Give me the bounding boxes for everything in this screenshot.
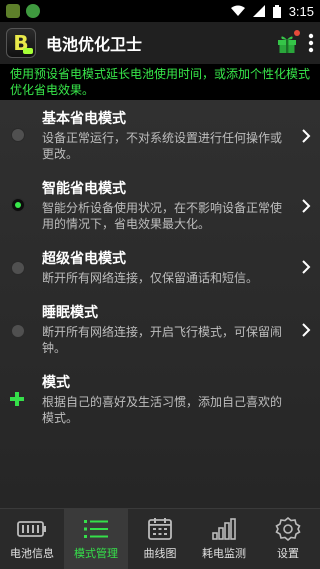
mode-item-sleep[interactable]: 睡眠模式 断开所有网络连接，开启飞行模式，可保留闹钟。 (0, 304, 320, 370)
mode-desc: 断开所有网络连接，仅保留通话和短信。 (42, 271, 259, 285)
mode-title: 模式 (42, 375, 70, 391)
app-logo-battery-mark (23, 48, 33, 54)
mode-title: 基本省电模式 (42, 111, 126, 127)
chevron-right-icon (302, 323, 311, 337)
chevron-right-icon (302, 199, 311, 213)
calendar-icon (148, 518, 172, 540)
radio-basic[interactable] (11, 128, 25, 142)
tab-label: 模式管理 (74, 547, 118, 560)
tab-settings[interactable]: 设置 (256, 509, 320, 569)
notification-dot (294, 30, 300, 36)
mode-item-super[interactable]: 超级省电模式 断开所有网络连接，仅保留通话和短信。 (0, 250, 320, 300)
status-bar: 3:15 (0, 0, 320, 22)
app-title: 电池优化卫士 (46, 35, 143, 54)
battery-app-notification-icon (6, 4, 20, 18)
mode-desc: 根据自己的喜好及生活习惯，添加自己喜欢的模式。 (42, 395, 283, 425)
shield-notification-icon (26, 4, 40, 18)
tab-label: 耗电监测 (202, 547, 246, 560)
hint-banner: 使用预设省电模式延长电池使用时间，或添加个性化模式优化省电效果。 (0, 64, 320, 100)
tab-battery-info[interactable]: 电池信息 (0, 509, 64, 569)
tab-curve-chart[interactable]: 曲线图 (128, 509, 192, 569)
mode-item-smart[interactable]: 智能省电模式 智能分析设备使用状况，在不影响设备正常使用的情况下，省电效果最大化… (0, 180, 320, 246)
mode-title: 智能省电模式 (42, 181, 126, 197)
signal-icon (252, 5, 265, 17)
mode-list: 基本省电模式 设备正常运行，不对系统设置进行任何操作或更改。 智能省电模式 智能… (0, 100, 320, 508)
mode-desc: 断开所有网络连接，开启飞行模式，可保留闹钟。 (42, 325, 283, 355)
chevron-right-icon (302, 129, 311, 143)
mode-title: 超级省电模式 (42, 251, 126, 267)
list-icon (84, 520, 108, 538)
chevron-right-icon (302, 260, 311, 274)
tab-label: 曲线图 (143, 547, 177, 560)
more-options-icon[interactable] (308, 33, 314, 53)
app-logo: B (6, 28, 36, 58)
mode-title: 睡眠模式 (42, 305, 98, 321)
wifi-icon (230, 5, 245, 16)
battery-status-icon (272, 4, 281, 18)
gift-button[interactable] (276, 30, 300, 54)
mode-item-basic[interactable]: 基本省电模式 设备正常运行，不对系统设置进行任何操作或更改。 (0, 110, 320, 176)
radio-sleep[interactable] (11, 324, 25, 338)
bar-chart-icon (212, 518, 236, 540)
tab-mode-management[interactable]: 模式管理 (64, 509, 128, 569)
radio-super[interactable] (11, 261, 25, 275)
tab-label: 设置 (277, 547, 299, 560)
mode-desc: 智能分析设备使用状况，在不影响设备正常使用的情况下，省电效果最大化。 (42, 201, 283, 231)
tab-power-monitor[interactable]: 耗电监测 (192, 509, 256, 569)
bottom-nav: 电池信息 模式管理 曲线图 耗电监测 设置 (0, 508, 320, 569)
tab-label: 电池信息 (10, 547, 54, 560)
mode-desc: 设备正常运行，不对系统设置进行任何操作或更改。 (42, 131, 283, 161)
battery-icon (17, 521, 46, 537)
clock: 3:15 (288, 3, 314, 19)
add-mode-item[interactable]: 模式 根据自己的喜好及生活习惯，添加自己喜欢的模式。 (0, 374, 320, 434)
app-bar: B 电池优化卫士 (0, 22, 320, 64)
radio-smart[interactable] (11, 198, 25, 212)
plus-icon (10, 392, 24, 406)
gear-icon (275, 517, 301, 541)
